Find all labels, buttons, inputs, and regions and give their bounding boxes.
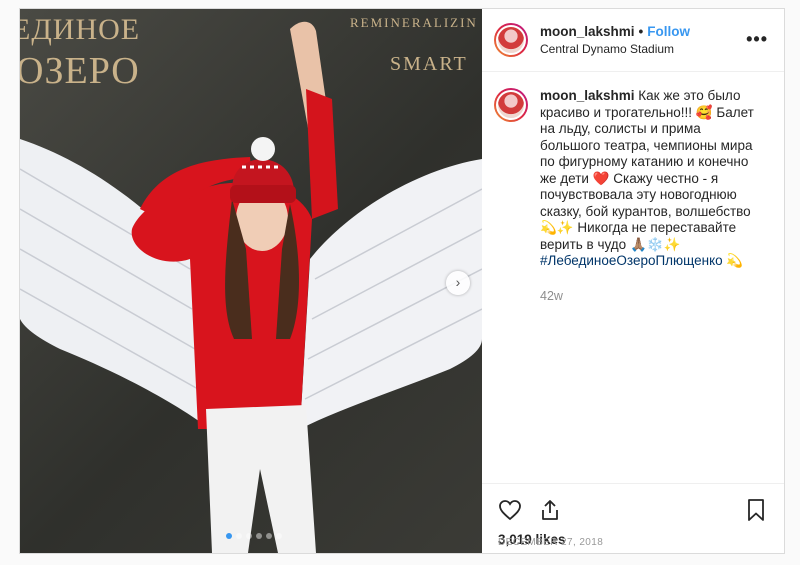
follow-button[interactable]: Follow <box>647 24 690 39</box>
carousel-dot <box>276 533 282 539</box>
caption-avatar[interactable] <box>494 88 528 122</box>
sign-text-line1: ЕДИНОЕ <box>20 13 141 46</box>
post-header: moon_lakshmi • Follow Central Dynamo Sta… <box>482 9 784 72</box>
avatar[interactable] <box>494 23 528 57</box>
caption-suffix: 💫 <box>722 253 744 268</box>
hashtag-link[interactable]: #ЛебединоеОзероПлющенко <box>540 253 723 268</box>
carousel-dots <box>226 533 282 539</box>
post-date: DECEMBER 27, 2018 <box>498 537 604 548</box>
post-photo[interactable]: ЕДИНОЕ ОЗЕРО REMINERALIZIN SMART › <box>20 9 482 553</box>
carousel-dot <box>256 533 262 539</box>
actions-bar: 3,019 likes DECEMBER 27, 2018 <box>482 483 784 553</box>
next-photo-button[interactable]: › <box>446 271 470 295</box>
brand-text-line2: SMART <box>390 53 468 75</box>
username-link[interactable]: moon_lakshmi <box>540 24 635 39</box>
comments-section: moon_lakshmi Как же это было красиво и т… <box>482 72 784 483</box>
post-sidebar: moon_lakshmi • Follow Central Dynamo Sta… <box>482 9 784 553</box>
heart-icon[interactable] <box>498 498 522 522</box>
carousel-dot <box>236 533 242 539</box>
location-link[interactable]: Central Dynamo Stadium <box>540 42 690 56</box>
carousel-dot <box>266 533 272 539</box>
more-options-icon[interactable]: ••• <box>746 30 768 48</box>
post-card: ЕДИНОЕ ОЗЕРО REMINERALIZIN SMART › moon_… <box>19 8 785 554</box>
share-icon[interactable] <box>538 498 562 522</box>
chevron-right-icon: › <box>455 274 461 290</box>
post-age: 42w <box>540 288 563 303</box>
separator-bullet: • <box>638 24 644 39</box>
caption-text: Как же это было красиво и трогательно!!!… <box>540 88 754 252</box>
carousel-dot <box>246 533 252 539</box>
brand-text-line1: REMINERALIZIN <box>350 15 478 30</box>
carousel-dot <box>226 533 232 539</box>
caption-username[interactable]: moon_lakshmi <box>540 88 635 103</box>
bookmark-icon[interactable] <box>744 498 768 522</box>
sign-text-line2: ОЗЕРО <box>20 50 140 92</box>
